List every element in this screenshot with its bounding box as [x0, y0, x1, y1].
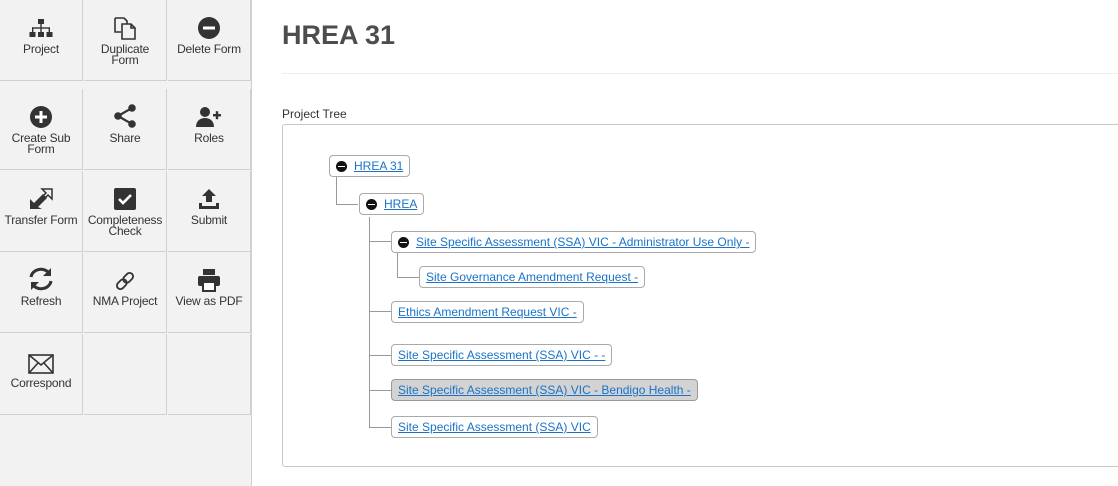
page-title: HREA 31: [282, 20, 396, 50]
completeness-check-button[interactable]: Completeness Check: [84, 171, 167, 252]
tree-link-ssa-dash[interactable]: Site Specific Assessment (SSA) VIC - -: [398, 348, 605, 362]
tree-link-hrea-31[interactable]: HREA 31: [354, 159, 403, 173]
correspond-label: Correspond: [10, 376, 72, 390]
nma-project-label: NMA Project: [92, 294, 158, 308]
view-as-pdf-button[interactable]: View as PDF: [168, 252, 251, 333]
tree-link-site-governance[interactable]: Site Governance Amendment Request -: [426, 270, 638, 284]
project-tree: HREA 31 HREA Site Specific Assessment (S…: [282, 124, 1118, 467]
duplicate-form-label: Duplicate Form: [100, 42, 150, 67]
empty-tile: [84, 334, 167, 415]
share-icon: [84, 89, 166, 133]
share-label: Share: [109, 131, 141, 145]
checkbox-icon: [84, 171, 166, 215]
tree-link-ssa-vic[interactable]: Site Specific Assessment (SSA) VIC: [398, 420, 591, 434]
upload-icon: [168, 171, 250, 215]
transfer-icon: [0, 171, 82, 215]
main-content: HREA 31 Project Tree HREA 31 HREA Site S…: [252, 0, 1118, 486]
tree-link-ssa-admin[interactable]: Site Specific Assessment (SSA) VIC - Adm…: [416, 235, 749, 249]
delete-form-button[interactable]: Delete Form: [168, 0, 251, 81]
roles-label: Roles: [194, 131, 224, 145]
view-as-pdf-label: View as PDF: [175, 294, 243, 308]
completeness-check-label: Completeness Check: [87, 213, 163, 238]
tree-node-ssa-admin: Site Specific Assessment (SSA) VIC - Adm…: [391, 231, 757, 253]
plus-circle-icon: [0, 89, 82, 133]
action-sidebar: Project Duplicate Form Delete Form Creat…: [0, 0, 252, 486]
sitemap-icon: [0, 0, 82, 44]
roles-button[interactable]: Roles: [168, 89, 251, 170]
tree-connector: [336, 173, 337, 204]
tree-node-site-governance: Site Governance Amendment Request -: [419, 266, 646, 288]
collapse-icon[interactable]: [336, 160, 347, 172]
tree-node-ssa-vic: Site Specific Assessment (SSA) VIC: [391, 416, 598, 438]
project-button[interactable]: Project: [0, 0, 83, 81]
submit-button[interactable]: Submit: [168, 171, 251, 252]
add-user-icon: [168, 89, 250, 133]
link-icon: [84, 252, 166, 296]
tree-node-ethics-amendment: Ethics Amendment Request VIC -: [391, 301, 584, 323]
tree-connector: [397, 253, 398, 277]
tree-connector: [369, 390, 391, 391]
tree-link-ethics-amendment[interactable]: Ethics Amendment Request VIC -: [398, 305, 577, 319]
collapse-icon[interactable]: [398, 236, 409, 248]
correspond-button[interactable]: Correspond: [0, 334, 83, 415]
tree-connector: [397, 277, 419, 278]
refresh-button[interactable]: Refresh: [0, 252, 83, 333]
duplicate-form-button[interactable]: Duplicate Form: [84, 0, 167, 81]
project-tree-label: Project Tree: [282, 107, 347, 121]
transfer-form-button[interactable]: Transfer Form: [0, 171, 83, 252]
minus-circle-icon: [168, 0, 250, 44]
tree-connector: [369, 241, 391, 242]
tree-connector: [369, 427, 391, 428]
title-divider: [282, 73, 1118, 74]
create-sub-form-button[interactable]: Create Sub Form: [0, 89, 83, 170]
refresh-icon: [0, 252, 82, 296]
collapse-icon[interactable]: [366, 198, 377, 210]
tree-node-hrea-31: HREA 31: [329, 155, 411, 177]
project-label: Project: [23, 42, 59, 56]
tree-node-ssa-bendigo: Site Specific Assessment (SSA) VIC - Ben…: [391, 379, 698, 401]
share-button[interactable]: Share: [84, 89, 167, 170]
submit-label: Submit: [190, 213, 228, 227]
tree-link-ssa-bendigo[interactable]: Site Specific Assessment (SSA) VIC - Ben…: [398, 383, 691, 397]
refresh-label: Refresh: [20, 294, 62, 308]
empty-tile: [168, 334, 251, 415]
tree-connector: [336, 204, 358, 205]
create-sub-form-label: Create Sub Form: [11, 131, 71, 156]
tree-connector: [369, 217, 370, 427]
tree-connector: [369, 311, 391, 312]
nma-project-button[interactable]: NMA Project: [84, 252, 167, 333]
delete-form-label: Delete Form: [177, 42, 241, 56]
copy-icon: [84, 0, 166, 44]
tree-link-hrea[interactable]: HREA: [384, 197, 417, 211]
tree-node-hrea: HREA: [359, 193, 425, 215]
tree-node-ssa-dash: Site Specific Assessment (SSA) VIC - -: [391, 344, 613, 366]
transfer-form-label: Transfer Form: [4, 213, 78, 227]
printer-icon: [168, 252, 250, 296]
envelope-icon: [0, 334, 82, 378]
tree-connector: [369, 355, 391, 356]
